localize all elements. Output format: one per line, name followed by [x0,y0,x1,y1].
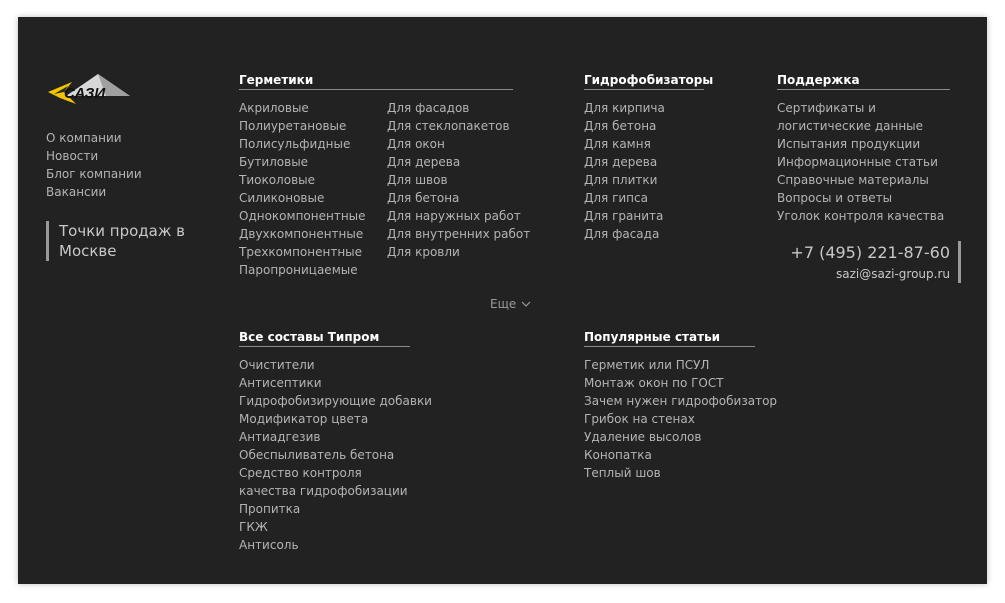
list-item[interactable]: Средство контроля качества гидрофобизаци… [239,464,419,500]
list-item[interactable]: Теплый шов [584,464,777,482]
email-link[interactable]: sazi@sazi-group.ru [758,265,950,283]
sealants-section: Герметики Акриловые Полиуретановые Полис… [239,73,530,277]
list-item[interactable]: Грибок на стенах [584,410,777,428]
list-item[interactable]: Для фасада [584,225,665,243]
menu-about[interactable]: О компании [46,129,142,147]
chevron-down-icon [521,301,531,307]
logo-text: САЗИ [64,85,106,102]
list-item[interactable]: Для внутренних работ [387,225,530,243]
menu-blog[interactable]: Блог компании [46,165,142,183]
stores-moscow-link[interactable]: Точки продаж в Москве [46,221,199,261]
list-item[interactable]: Двухкомпонентные [239,225,366,243]
list-item[interactable]: Акриловые [239,99,366,117]
sealants-types-list: Акриловые Полиуретановые Полисульфидные … [239,99,366,279]
list-item[interactable]: Для стеклопакетов [387,117,530,135]
tiprom-section: Все составы Типром Очистители Антисептик… [239,330,432,552]
list-item[interactable]: Сертификаты и логистические данные [777,99,950,135]
list-item[interactable]: Антиадгезив [239,428,419,446]
list-item[interactable]: Для дерева [387,153,530,171]
articles-list: Герметик или ПСУЛ Монтаж окон по ГОСТ За… [584,356,777,482]
list-item[interactable]: Для гипса [584,189,665,207]
list-item[interactable]: Для камня [584,135,665,153]
list-item[interactable]: Полисульфидные [239,135,366,153]
contacts-block: +7 (495) 221-87-60 sazi@sazi-group.ru [758,241,961,283]
list-item[interactable]: Справочные материалы [777,171,950,189]
articles-heading: Популярные статьи [584,330,755,347]
logo-link[interactable]: САЗИ [46,70,134,112]
site-footer: САЗИ О компании Новости Блог компании Ва… [18,17,987,584]
list-item[interactable]: ГКЖ [239,518,419,536]
hydrophobizers-heading: Гидрофобизаторы [584,73,713,90]
list-item[interactable]: Для плитки [584,171,665,189]
support-heading: Поддержка [777,73,950,90]
list-item[interactable]: Для дерева [584,153,665,171]
more-toggle[interactable]: Еще [490,297,531,311]
list-item[interactable]: Зачем нужен гидрофобизатор [584,392,777,410]
list-item[interactable]: Конопатка [584,446,777,464]
list-item[interactable]: Для наружных работ [387,207,530,225]
list-item[interactable]: Для гранита [584,207,665,225]
list-item[interactable]: Силиконовые [239,189,366,207]
list-item[interactable]: Тиоколовые [239,171,366,189]
list-item[interactable]: Трехкомпонентные [239,243,366,261]
sealants-heading: Герметики [239,73,513,90]
list-item[interactable]: Паропроницаемые [239,261,366,279]
list-item[interactable]: Монтаж окон по ГОСТ [584,374,777,392]
hydrophobizers-section: Гидрофобизаторы Для кирпича Для бетона Д… [584,73,713,241]
sazi-logo: САЗИ [48,74,130,104]
list-item[interactable]: Испытания продукции [777,135,950,153]
list-item[interactable]: Модификатор цвета [239,410,419,428]
tiprom-heading: Все составы Типром [239,330,410,347]
list-item[interactable]: Для кровли [387,243,530,261]
articles-section: Популярные статьи Герметик или ПСУЛ Монт… [584,330,777,480]
support-section: Поддержка Сертификаты и логистические да… [777,73,950,223]
list-item[interactable]: Бутиловые [239,153,366,171]
phone-link[interactable]: +7 (495) 221-87-60 [758,241,950,265]
list-item[interactable]: Однокомпонентные [239,207,366,225]
list-item[interactable]: Антисоль [239,536,419,554]
list-item[interactable]: Вопросы и ответы [777,189,950,207]
list-item[interactable]: Гидрофобизирующие добавки [239,392,432,410]
menu-news[interactable]: Новости [46,147,142,165]
hydrophobizers-list: Для кирпича Для бетона Для камня Для дер… [584,99,665,243]
menu-vacancies[interactable]: Вакансии [46,183,142,201]
support-list: Сертификаты и логистические данные Испыт… [777,99,950,225]
list-item[interactable]: Герметик или ПСУЛ [584,356,777,374]
list-item[interactable]: Для фасадов [387,99,530,117]
list-item[interactable]: Обеспыливатель бетона [239,446,419,464]
list-item[interactable]: Для бетона [387,189,530,207]
list-item[interactable]: Информационные статьи [777,153,950,171]
list-item[interactable]: Полиуретановые [239,117,366,135]
list-item[interactable]: Для швов [387,171,530,189]
list-item[interactable]: Для окон [387,135,530,153]
list-item[interactable]: Уголок контроля качества [777,207,950,225]
list-item[interactable]: Для бетона [584,117,665,135]
list-item[interactable]: Удаление высолов [584,428,777,446]
list-item[interactable]: Для кирпича [584,99,665,117]
sealants-uses-list: Для фасадов Для стеклопакетов Для окон Д… [387,99,530,261]
more-label: Еще [490,297,517,311]
list-item[interactable]: Пропитка [239,500,419,518]
list-item[interactable]: Очистители [239,356,419,374]
about-menu: О компании Новости Блог компании Ваканси… [46,129,142,201]
tiprom-list: Очистители Антисептики Гидрофобизирующие… [239,356,432,554]
list-item[interactable]: Антисептики [239,374,419,392]
